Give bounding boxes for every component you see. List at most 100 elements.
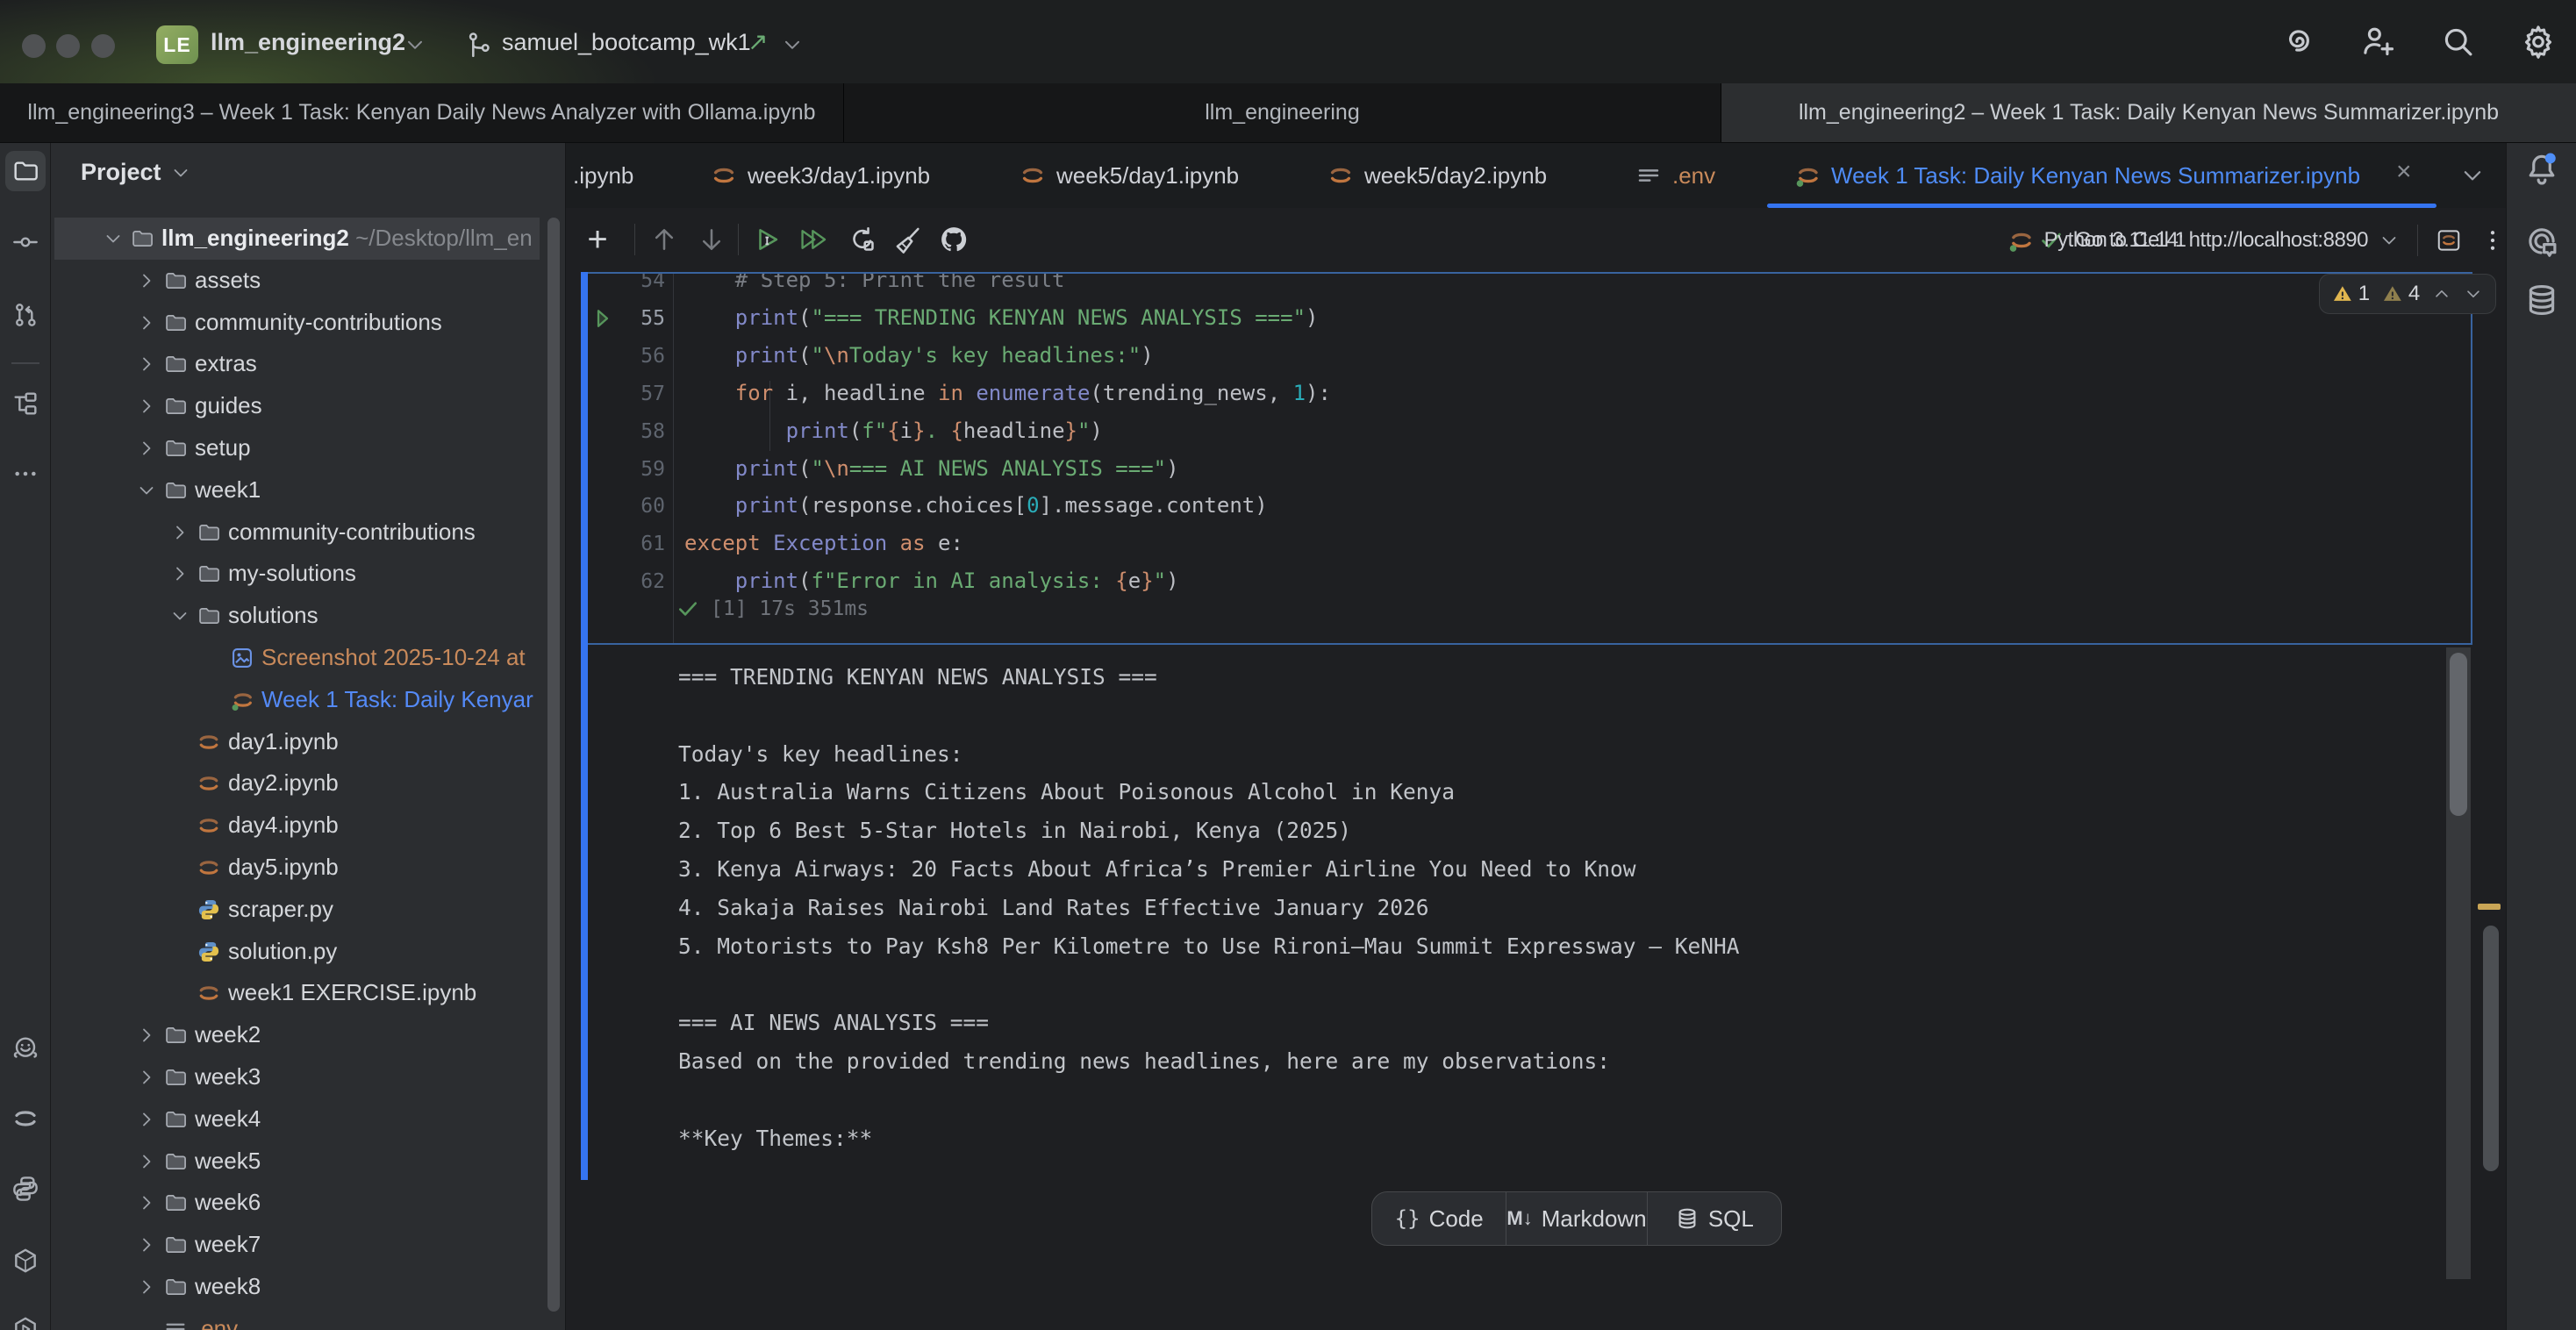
hidden-tabs-chevron-icon[interactable] <box>2459 162 2486 189</box>
tree-chevron-icon[interactable] <box>136 312 157 333</box>
tree-item[interactable]: extras <box>51 343 565 385</box>
tree-item[interactable]: week6 <box>51 1182 565 1224</box>
next-problem-icon[interactable] <box>2464 283 2483 304</box>
editor-tab[interactable]: week5/day1.ipynb <box>1020 143 1239 208</box>
tree-item[interactable]: week5 <box>51 1141 565 1183</box>
github-button[interactable] <box>936 222 971 257</box>
inspections-widget[interactable]: 1 4 <box>2319 274 2496 314</box>
tree-item[interactable]: day5.ipynb <box>51 847 565 889</box>
kernel-selector[interactable]: Python 3.11.14: http://localhost:8890 <box>2044 228 2368 253</box>
tree-item[interactable]: solution.py <box>51 931 565 973</box>
move-cell-up-button[interactable] <box>647 222 682 257</box>
tree-item[interactable]: .env <box>51 1308 565 1330</box>
tree-item[interactable]: week7 <box>51 1224 565 1266</box>
tree-chevron-icon[interactable] <box>103 228 124 249</box>
chevron-down-icon[interactable] <box>781 33 804 56</box>
window-tab[interactable]: llm_engineering2 – Week 1 Task: Daily Ke… <box>1721 83 2576 142</box>
tree-item[interactable]: week1 EXERCISE.ipynb <box>51 972 565 1014</box>
tree-item[interactable]: llm_engineering2 ~/Desktop/llm_en <box>51 218 565 260</box>
add-cell-button[interactable]: + <box>580 222 615 257</box>
code-cell-type-button[interactable]: {}Code <box>1372 1192 1506 1245</box>
more-tools-button[interactable] <box>5 454 46 494</box>
database-icon[interactable] <box>2523 282 2560 318</box>
editor-tab[interactable]: week5/day2.ipynb <box>1327 143 1547 208</box>
commit-tool-button[interactable] <box>5 222 46 262</box>
tree-item[interactable]: solutions <box>51 595 565 637</box>
project-widget[interactable]: llm_engineering2 <box>211 29 405 56</box>
tree-chevron-icon[interactable] <box>136 1192 157 1213</box>
tree-item[interactable]: day1.ipynb <box>51 721 565 763</box>
tree-chevron-icon[interactable] <box>136 1109 157 1130</box>
tree-chevron-icon[interactable] <box>136 438 157 459</box>
services-tool-button[interactable] <box>5 1309 46 1330</box>
editor-tab[interactable]: Week 1 Task: Daily Kenyan News Summarize… <box>1794 143 2360 208</box>
code-cell[interactable]: # Step 5: Print the result print("=== TR… <box>588 272 2472 645</box>
move-cell-down-button[interactable] <box>694 222 729 257</box>
tree-item[interactable]: guides <box>51 385 565 427</box>
tree-item[interactable]: week4 <box>51 1098 565 1141</box>
project-scrollbar[interactable] <box>547 218 560 1312</box>
ai-chat-icon[interactable] <box>2523 224 2560 261</box>
tree-chevron-icon[interactable] <box>136 354 157 375</box>
python-console-tool-button[interactable] <box>5 1241 46 1281</box>
editor-scrollbar-thumb[interactable] <box>2483 926 2499 1171</box>
output-scrollbar-thumb[interactable] <box>2450 653 2467 816</box>
tree-item[interactable]: scraper.py <box>51 889 565 931</box>
tree-chevron-icon[interactable] <box>136 270 157 291</box>
tree-item[interactable]: my-solutions <box>51 553 565 595</box>
tree-item[interactable]: community-contributions <box>51 302 565 344</box>
project-tool-button[interactable] <box>5 151 46 191</box>
restart-kernel-button[interactable] <box>845 222 880 257</box>
jupyter-tool-button[interactable] <box>5 1098 46 1139</box>
chevron-down-icon[interactable] <box>404 33 426 56</box>
tree-item[interactable]: week8 <box>51 1266 565 1308</box>
clear-outputs-button[interactable] <box>891 222 926 257</box>
tree-chevron-icon[interactable] <box>136 1151 157 1172</box>
tree-item[interactable]: week2 <box>51 1014 565 1056</box>
markdown-cell-type-button[interactable]: M↓Markdown <box>1506 1192 1646 1245</box>
tree-item[interactable]: assets <box>51 260 565 302</box>
tree-chevron-icon[interactable] <box>169 522 190 543</box>
tree-item[interactable]: Screenshot 2025-10-24 at <box>51 637 565 679</box>
editor-tab[interactable]: .ipynb <box>573 143 633 208</box>
settings-gear-icon[interactable] <box>2520 23 2557 60</box>
branch-widget[interactable]: samuel_bootcamp_wk1 <box>502 29 751 56</box>
run-line-icon[interactable] <box>590 305 616 332</box>
tree-chevron-icon[interactable] <box>136 480 157 501</box>
tree-item[interactable]: community-contributions <box>51 511 565 554</box>
tree-item[interactable]: week3 <box>51 1056 565 1098</box>
notifications-bell-icon[interactable] <box>2523 150 2560 187</box>
tree-chevron-icon[interactable] <box>136 1025 157 1046</box>
window-tab[interactable]: llm_engineering <box>844 83 1721 142</box>
jupyter-console-icon[interactable] <box>2436 227 2462 254</box>
tree-item[interactable]: week1 <box>51 469 565 511</box>
window-minimize-button[interactable] <box>56 34 80 58</box>
sql-cell-type-button[interactable]: SQL <box>1647 1192 1781 1245</box>
editor-tab[interactable]: week3/day1.ipynb <box>711 143 930 208</box>
chevron-down-icon[interactable] <box>2379 230 2400 251</box>
python-packages-tool-button[interactable] <box>5 1169 46 1209</box>
run-cell-button[interactable] <box>750 222 785 257</box>
stripe-warning-mark[interactable] <box>2478 904 2501 910</box>
ai-assistant-icon[interactable] <box>2278 23 2315 60</box>
tree-chevron-icon[interactable] <box>136 1234 157 1255</box>
pull-request-tool-button[interactable] <box>5 295 46 335</box>
tree-chevron-icon[interactable] <box>169 605 190 626</box>
huggingface-tool-button[interactable] <box>5 1028 46 1069</box>
editor-tab[interactable]: .env <box>1635 143 1715 208</box>
tree-chevron-icon[interactable] <box>169 563 190 584</box>
tree-chevron-icon[interactable] <box>136 1067 157 1088</box>
tree-item[interactable]: Week 1 Task: Daily Kenyar <box>51 679 565 721</box>
structure-tool-button[interactable] <box>5 383 46 424</box>
search-everywhere-icon[interactable] <box>2439 23 2476 60</box>
window-tab[interactable]: llm_engineering3 – Week 1 Task: Kenyan D… <box>0 83 844 142</box>
prev-problem-icon[interactable] <box>2432 283 2451 304</box>
tree-chevron-icon[interactable] <box>136 1276 157 1298</box>
window-close-button[interactable] <box>22 34 46 58</box>
close-tab-icon[interactable]: × <box>2396 157 2412 187</box>
window-zoom-button[interactable] <box>91 34 115 58</box>
tree-item[interactable]: setup <box>51 427 565 469</box>
tree-item[interactable]: day2.ipynb <box>51 762 565 804</box>
run-all-cells-button[interactable] <box>796 222 831 257</box>
tree-chevron-icon[interactable] <box>136 396 157 417</box>
